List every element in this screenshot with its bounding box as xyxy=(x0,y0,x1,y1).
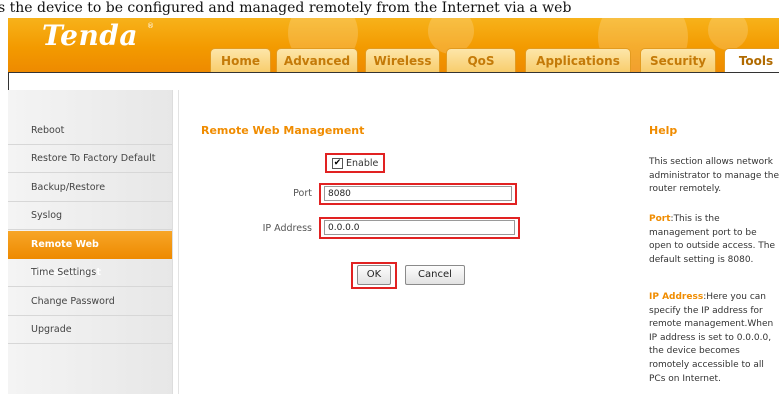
ip-address-input[interactable]: 0.0.0.0 xyxy=(324,220,515,235)
tab-security[interactable]: Security xyxy=(640,48,716,72)
help-intro: This section allows network administrato… xyxy=(649,157,779,195)
main-panel: Remote Web Management ✔ Enable Port 8080… xyxy=(178,90,634,394)
help-ip-key: IP Address xyxy=(649,292,704,302)
section-title: Remote Web Management xyxy=(201,124,365,137)
tab-wireless[interactable]: Wireless xyxy=(365,48,440,72)
cancel-button[interactable]: Cancel xyxy=(405,265,465,285)
port-input[interactable]: 8080 xyxy=(324,186,512,201)
tab-tools[interactable]: Tools xyxy=(724,48,779,72)
ok-button[interactable]: OK xyxy=(357,265,391,285)
sidebar-item-upgrade[interactable]: Upgrade xyxy=(8,316,172,344)
help-port: Port:This is the management port to be o… xyxy=(649,213,779,267)
port-label: Port xyxy=(293,188,312,199)
sidebar: Reboot Restore To Factory Default Backup… xyxy=(8,90,173,394)
registered-mark: ® xyxy=(147,22,154,30)
help-ip: IP Address:Here you can specify the IP a… xyxy=(649,291,779,386)
sidebar-item-backup-restore[interactable]: Backup/Restore xyxy=(8,174,172,202)
tenda-logo: Tenda xyxy=(42,19,139,52)
tab-applications[interactable]: Applications xyxy=(525,48,631,72)
header-bubble xyxy=(708,18,748,50)
tab-advanced[interactable]: Advanced xyxy=(276,48,358,72)
sidebar-item-restore-factory-default[interactable]: Restore To Factory Default xyxy=(8,145,172,173)
tab-home[interactable]: Home xyxy=(210,48,271,72)
sidebar-item-reboot[interactable]: Reboot xyxy=(8,117,172,145)
tab-qos[interactable]: QoS xyxy=(446,48,516,72)
enable-label: Enable xyxy=(346,158,379,169)
enable-checkbox[interactable]: ✔ xyxy=(332,158,343,169)
sidebar-item-syslog[interactable]: Syslog xyxy=(8,202,172,230)
help-panel: Help This section allows network adminis… xyxy=(633,90,779,394)
sidebar-item-change-password[interactable]: Change Password xyxy=(8,288,172,316)
page-caption: s the device to be configured and manage… xyxy=(0,0,779,18)
help-title: Help xyxy=(649,124,678,137)
help-port-key: Port xyxy=(649,214,671,224)
header-divider xyxy=(8,72,779,91)
header-banner: Tenda ® Home Advanced Wireless QoS Appli… xyxy=(8,18,779,72)
sidebar-item-time-settings[interactable]: Time Settings xyxy=(8,259,172,287)
help-ip-text: :Here you can specify the IP address for… xyxy=(649,292,774,384)
sidebar-item-remote-web-management[interactable]: Remote Web Management xyxy=(8,231,172,278)
ip-address-label: IP Address xyxy=(262,223,312,234)
